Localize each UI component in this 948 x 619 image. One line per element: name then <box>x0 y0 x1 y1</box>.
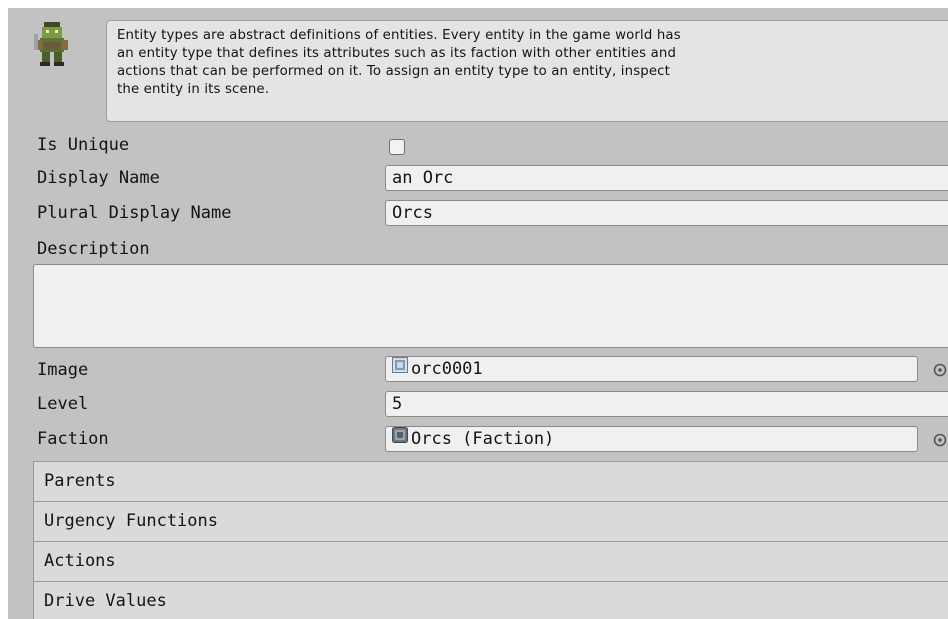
orc-character-icon <box>34 22 70 68</box>
section-parents[interactable]: Parents <box>33 461 948 502</box>
display-name-label: Display Name <box>37 168 160 188</box>
display-name-field[interactable]: an Orc <box>385 165 948 191</box>
image-value: orc0001 <box>411 359 483 379</box>
description-textarea[interactable] <box>33 264 948 348</box>
level-label: Level <box>37 394 89 414</box>
entity-type-inspector: Entity types are abstract definitions of… <box>8 8 948 619</box>
plural-display-name-field[interactable]: Orcs <box>385 200 948 226</box>
section-actions[interactable]: Actions <box>33 541 948 582</box>
faction-label: Faction <box>37 429 109 449</box>
image-picker-icon[interactable] <box>932 362 948 378</box>
section-drive-values[interactable]: Drive Values <box>33 581 948 619</box>
faction-object-field[interactable]: Orcs (Faction) <box>385 426 918 452</box>
description-label: Description <box>37 239 150 259</box>
section-urgency-functions[interactable]: Urgency Functions <box>33 501 948 542</box>
texture-icon <box>392 357 408 380</box>
faction-value: Orcs (Faction) <box>411 429 555 449</box>
faction-asset-icon <box>392 427 408 450</box>
image-object-field[interactable]: orc0001 <box>385 356 918 382</box>
level-field[interactable]: 5 <box>385 391 948 417</box>
is-unique-label: Is Unique <box>37 135 130 155</box>
help-box: Entity types are abstract definitions of… <box>106 20 948 122</box>
faction-picker-icon[interactable] <box>932 432 948 448</box>
plural-display-name-label: Plural Display Name <box>37 203 232 223</box>
is-unique-checkbox[interactable] <box>389 139 405 155</box>
image-label: Image <box>37 360 89 380</box>
